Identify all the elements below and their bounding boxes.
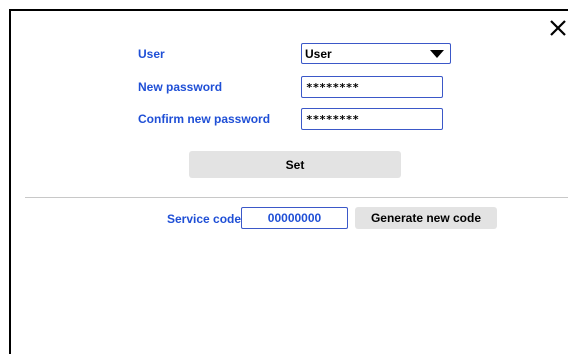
new-password-field[interactable] xyxy=(301,76,443,98)
dropdown-arrow-icon xyxy=(430,49,444,58)
section-divider xyxy=(25,197,568,198)
close-icon[interactable] xyxy=(548,18,568,38)
user-select-value: User xyxy=(305,46,332,61)
confirm-password-field[interactable] xyxy=(301,108,443,130)
user-label: User xyxy=(138,47,165,61)
service-code-field[interactable]: 00000000 xyxy=(241,207,348,229)
confirm-password-label: Confirm new password xyxy=(138,112,271,126)
user-select[interactable]: User xyxy=(301,43,451,64)
set-button[interactable]: Set xyxy=(189,151,401,178)
generate-new-code-button[interactable]: Generate new code xyxy=(355,207,497,229)
service-code-label: Service code xyxy=(167,212,242,226)
new-password-label: New password xyxy=(138,80,223,94)
password-dialog xyxy=(9,9,568,354)
